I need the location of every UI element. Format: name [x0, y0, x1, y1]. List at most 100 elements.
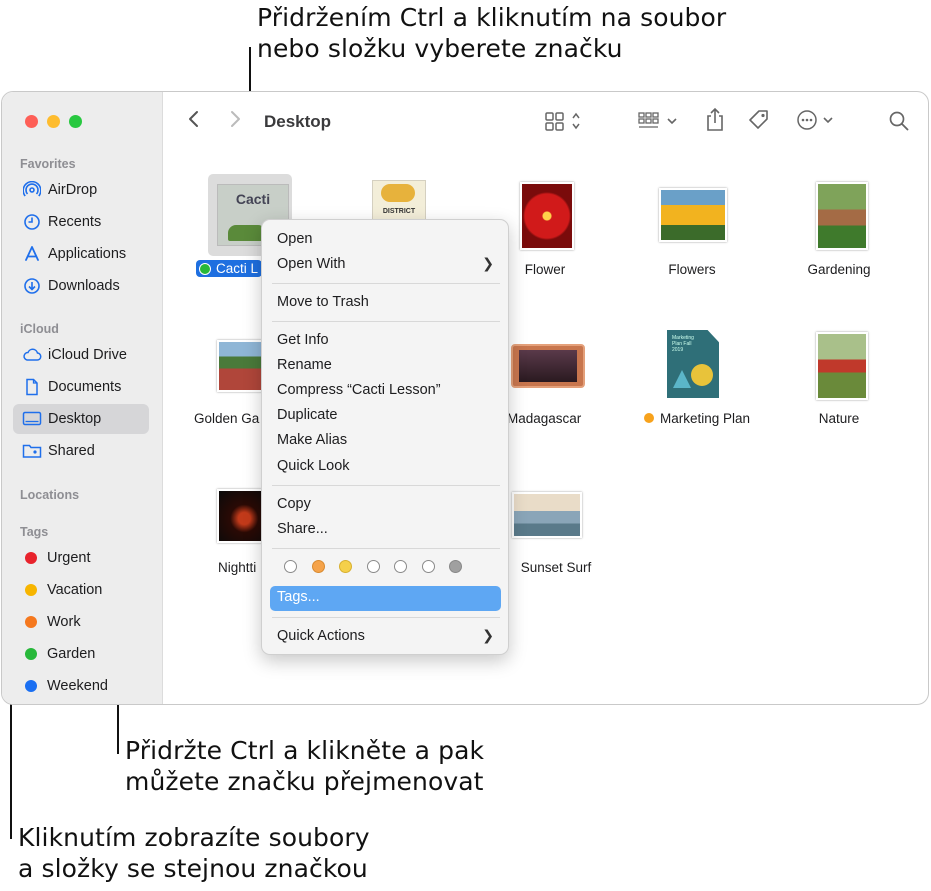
finder-window: Favorites AirDrop Recents Applications D… — [1, 91, 929, 705]
tag-color-none[interactable] — [284, 560, 297, 573]
sidebar-item-recents[interactable]: Recents — [13, 207, 149, 237]
sidebar-section-tags: Tags — [20, 525, 49, 539]
close-window-button[interactable] — [25, 115, 38, 128]
tag-color-purple[interactable] — [422, 560, 435, 573]
sidebar-section-icloud: iCloud — [20, 322, 59, 336]
sidebar-item-shared[interactable]: Shared — [13, 436, 149, 466]
sidebar-item-icloud-drive[interactable]: iCloud Drive — [13, 340, 149, 370]
tag-color-gray[interactable] — [449, 560, 462, 573]
context-menu: Open Open With ❯ Move to Trash Get Info … — [261, 219, 509, 655]
sidebar-section-locations: Locations — [20, 488, 80, 502]
tag-color-dot — [25, 680, 37, 692]
sidebar-item-label: Desktop — [48, 411, 102, 427]
zoom-window-button[interactable] — [69, 115, 82, 128]
desktop-icon — [21, 411, 43, 427]
menu-separator — [272, 548, 500, 549]
sidebar-item-label: iCloud Drive — [48, 347, 127, 363]
nighttime-thumbnail — [217, 489, 267, 543]
sidebar-item-airdrop[interactable]: AirDrop — [13, 175, 149, 205]
group-button[interactable] — [637, 110, 681, 137]
sidebar-section-favorites: Favorites — [20, 157, 76, 171]
menu-item-open[interactable]: Open — [277, 231, 312, 247]
sidebar-item-label: Shared — [48, 443, 95, 459]
file-name-text: Marketing Plan — [659, 411, 751, 426]
sidebar-tag-work[interactable]: Work — [13, 607, 149, 637]
sidebar-item-documents[interactable]: Documents — [13, 372, 149, 402]
minimize-window-button[interactable] — [47, 115, 60, 128]
tag-color-yellow[interactable] — [339, 560, 352, 573]
menu-separator — [272, 283, 500, 284]
file-name-label: Nature — [818, 411, 860, 426]
menu-item-quick-look[interactable]: Quick Look — [277, 458, 350, 474]
tag-color-green[interactable] — [367, 560, 380, 573]
gardening-thumbnail — [816, 182, 868, 250]
tag-color-dot — [25, 616, 37, 628]
file-name-label: Cacti L — [216, 261, 259, 276]
district-thumbnail: DISTRICT — [372, 180, 426, 222]
menu-item-open-with[interactable]: Open With — [277, 256, 346, 272]
menu-item-make-alias[interactable]: Make Alias — [277, 432, 347, 448]
search-icon[interactable] — [888, 110, 910, 137]
menu-item-quick-actions[interactable]: Quick Actions — [277, 628, 365, 644]
file-name-selected[interactable]: Cacti L — [196, 260, 263, 277]
menu-separator — [272, 485, 500, 486]
icon-view-button[interactable] — [544, 110, 584, 137]
tag-color-blue[interactable] — [394, 560, 407, 573]
shared-folder-icon — [21, 443, 43, 459]
flower-thumbnail — [520, 182, 574, 250]
marketing-plan-thumbnail: Marketing Plan Fall 2019 — [667, 330, 719, 398]
file-name-label: Marketing Plan — [632, 411, 762, 426]
flowers-thumbnail — [659, 188, 727, 242]
tag-color-dot — [25, 648, 37, 660]
menu-item-move-to-trash[interactable]: Move to Trash — [277, 294, 369, 310]
menu-item-tags[interactable]: Tags... — [277, 589, 320, 605]
cloud-icon — [21, 347, 43, 363]
callout-rename-tag: Přidržte Ctrl a klikněte a pak můžete zn… — [125, 735, 484, 797]
back-button[interactable] — [187, 109, 201, 134]
file-name-label: Nightti — [218, 560, 257, 575]
nature-thumbnail — [816, 332, 868, 400]
file-name-label: Madagascar — [507, 411, 582, 426]
cacti-thumb-text: Cacti — [235, 191, 271, 207]
menu-item-rename[interactable]: Rename — [277, 357, 332, 373]
sidebar-item-label: Downloads — [48, 278, 120, 294]
sidebar-tag-weekend[interactable]: Weekend — [13, 671, 149, 701]
menu-item-copy[interactable]: Copy — [277, 496, 311, 512]
file-name-label: Golden Ga — [194, 411, 260, 426]
sidebar-tag-urgent[interactable]: Urgent — [13, 543, 149, 573]
tag-color-dot — [199, 262, 211, 275]
marketing-plan-thumb-text: Marketing Plan Fall 2019 — [672, 335, 694, 353]
sidebar-tag-vacation[interactable]: Vacation — [13, 575, 149, 605]
sidebar-item-label: Urgent — [47, 550, 91, 566]
marketing-plan-circle-graphic — [691, 364, 713, 386]
sidebar-item-downloads[interactable]: Downloads — [13, 271, 149, 301]
callout-show-tagged: Kliknutím zobrazíte soubory a složky se … — [18, 822, 370, 884]
tag-color-orange[interactable] — [312, 560, 325, 573]
more-actions-icon[interactable] — [796, 109, 838, 136]
submenu-chevron-icon: ❯ — [482, 627, 494, 643]
forward-button[interactable] — [228, 109, 242, 134]
window-title: Desktop — [264, 112, 332, 131]
sidebar-tag-garden[interactable]: Garden — [13, 639, 149, 669]
sidebar-item-applications[interactable]: Applications — [13, 239, 149, 269]
menu-item-get-info[interactable]: Get Info — [277, 332, 329, 348]
sidebar-item-label: Recents — [48, 214, 102, 230]
callout-line-2: nebo složku vyberete značku — [257, 34, 623, 63]
marketing-plan-triangle-graphic — [673, 370, 691, 388]
callout-select-tag: Přidržením Ctrl a kliknutím na soubor ne… — [257, 2, 726, 64]
district-thumb-text: DISTRICT — [382, 208, 416, 215]
tag-icon[interactable] — [747, 108, 771, 137]
callout-line-2: můžete značku přejmenovat — [125, 767, 484, 796]
menu-item-compress[interactable]: Compress “Cacti Lesson” — [277, 382, 441, 398]
airdrop-icon — [21, 181, 43, 199]
madagascar-thumbnail — [511, 344, 585, 388]
menu-item-duplicate[interactable]: Duplicate — [277, 407, 337, 423]
sidebar-item-desktop[interactable]: Desktop — [13, 404, 149, 434]
share-icon[interactable] — [704, 107, 726, 138]
document-icon — [21, 378, 43, 396]
menu-item-share[interactable]: Share... — [277, 521, 328, 537]
file-name-label: Flowers — [668, 262, 716, 277]
sidebar-item-label: Garden — [47, 646, 96, 662]
callout-line-1: Přidržením Ctrl a kliknutím na soubor — [257, 3, 727, 32]
sunset-surf-thumbnail — [512, 492, 582, 538]
